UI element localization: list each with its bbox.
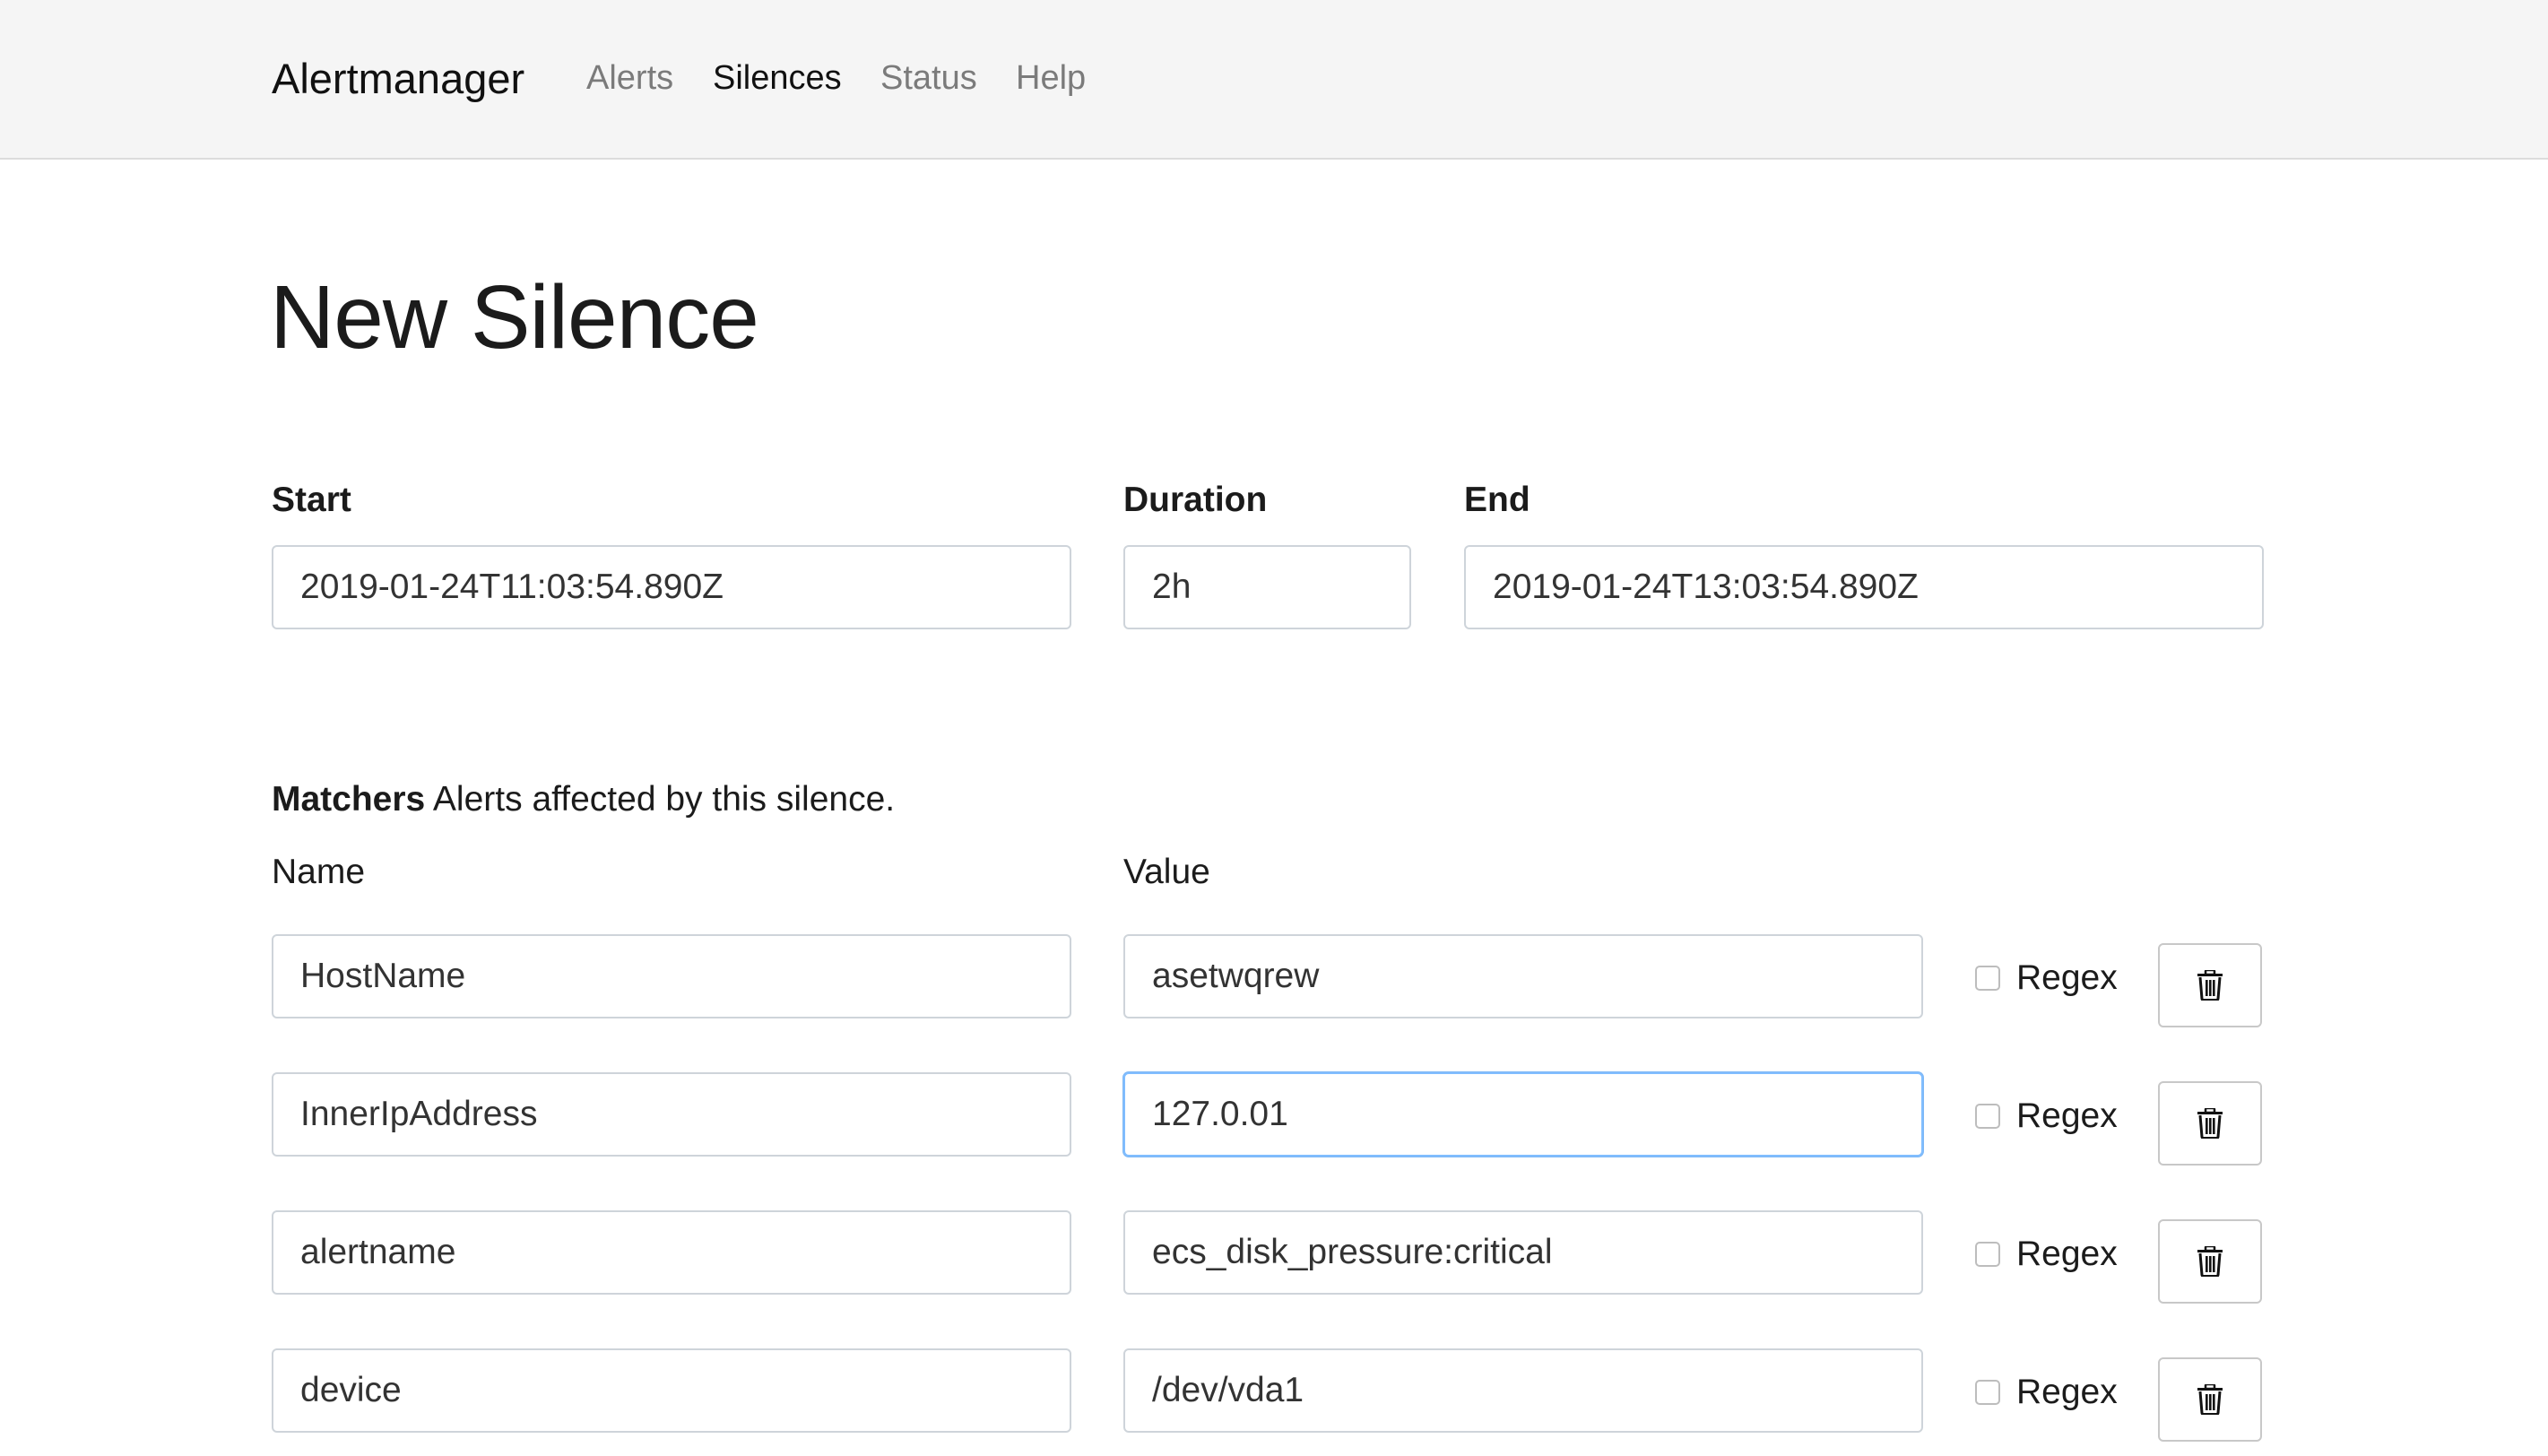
- delete-matcher-button[interactable]: [2158, 1219, 2262, 1304]
- duration-input[interactable]: [1123, 545, 1411, 629]
- trash-icon: [2197, 1246, 2223, 1277]
- delete-matcher-button[interactable]: [2158, 943, 2262, 1027]
- regex-label: Regex: [2016, 1096, 2118, 1135]
- regex-toggle[interactable]: Regex: [1975, 1095, 2118, 1138]
- regex-toggle[interactable]: Regex: [1975, 1233, 2118, 1276]
- page-title: New Silence: [270, 267, 759, 368]
- end-label: End: [1464, 481, 1530, 519]
- nav-silences[interactable]: Silences: [713, 56, 842, 100]
- start-input[interactable]: [272, 545, 1071, 629]
- matcher-value-column-label: Value: [1123, 853, 1210, 891]
- duration-label: Duration: [1123, 481, 1268, 519]
- matcher-name-input[interactable]: [272, 934, 1071, 1018]
- matchers-heading: Matchers Alerts affected by this silence…: [272, 778, 895, 821]
- regex-checkbox[interactable]: [1975, 1104, 2000, 1129]
- nav-alerts[interactable]: Alerts: [586, 56, 673, 100]
- end-input[interactable]: [1464, 545, 2264, 629]
- matcher-value-input[interactable]: [1123, 1072, 1923, 1157]
- brand-logo-text[interactable]: Alertmanager: [272, 52, 524, 106]
- matchers-title: Matchers: [272, 780, 426, 819]
- start-label: Start: [272, 481, 351, 519]
- trash-icon: [2197, 1384, 2223, 1415]
- delete-matcher-button[interactable]: [2158, 1357, 2262, 1442]
- regex-label: Regex: [2016, 1235, 2118, 1273]
- regex-checkbox[interactable]: [1975, 1242, 2000, 1267]
- matcher-value-input[interactable]: [1123, 1348, 1923, 1433]
- regex-toggle[interactable]: Regex: [1975, 957, 2118, 1000]
- navbar: Alertmanager Alerts Silences Status Help: [0, 0, 2548, 160]
- matcher-name-input[interactable]: [272, 1072, 1071, 1157]
- delete-matcher-button[interactable]: [2158, 1081, 2262, 1166]
- matcher-name-input[interactable]: [272, 1210, 1071, 1295]
- matcher-row: Regex: [0, 1348, 2548, 1456]
- regex-label: Regex: [2016, 958, 2118, 997]
- regex-toggle[interactable]: Regex: [1975, 1371, 2118, 1414]
- matcher-value-input[interactable]: [1123, 934, 1923, 1018]
- regex-checkbox[interactable]: [1975, 1380, 2000, 1405]
- nav-status[interactable]: Status: [880, 56, 977, 100]
- matcher-row: Regex: [0, 934, 2548, 1042]
- regex-checkbox[interactable]: [1975, 966, 2000, 991]
- trash-icon: [2197, 970, 2223, 1001]
- nav-help[interactable]: Help: [1016, 56, 1086, 100]
- regex-label: Regex: [2016, 1373, 2118, 1411]
- trash-icon: [2197, 1108, 2223, 1139]
- matchers-description: Alerts affected by this silence.: [432, 780, 896, 819]
- matcher-name-column-label: Name: [272, 853, 366, 891]
- matcher-name-input[interactable]: [272, 1348, 1071, 1433]
- matcher-value-input[interactable]: [1123, 1210, 1923, 1295]
- matcher-row: Regex: [0, 1072, 2548, 1180]
- matcher-row: Regex: [0, 1210, 2548, 1318]
